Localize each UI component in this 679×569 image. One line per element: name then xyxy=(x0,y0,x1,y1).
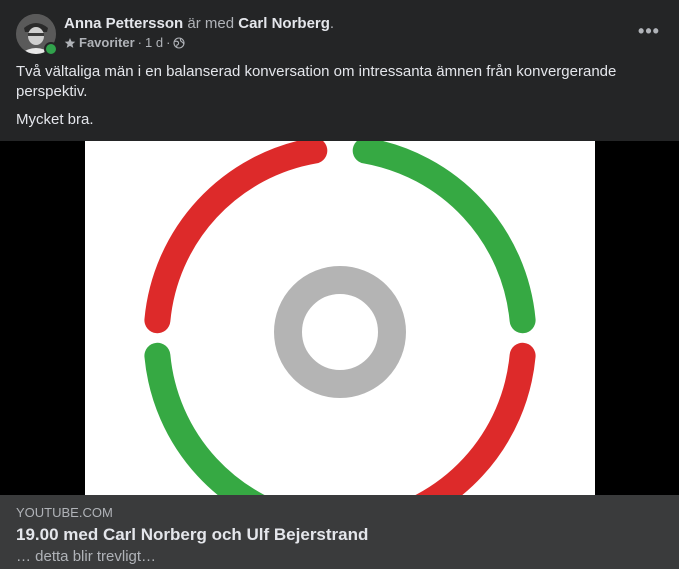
globe-icon[interactable] xyxy=(173,37,185,49)
period-text: . xyxy=(329,15,335,32)
video-thumbnail[interactable] xyxy=(85,141,595,495)
with-text: är med xyxy=(187,15,235,32)
meta-separator: · xyxy=(137,35,142,50)
link-domain: YOUTUBE.COM xyxy=(16,505,113,520)
link-preview-image[interactable] xyxy=(0,141,679,495)
tagged-person-link[interactable]: Carl Norberg xyxy=(238,15,330,32)
post-paragraph-2: Mycket bra. xyxy=(16,111,94,128)
link-description: … detta blir trevligt… xyxy=(16,548,157,565)
post-header: Anna Pettersson är med Carl Norberg. Fav… xyxy=(16,14,663,56)
feed-post: Anna Pettersson är med Carl Norberg. Fav… xyxy=(0,0,679,569)
circle-logo-image xyxy=(144,141,536,495)
audience-label[interactable]: Favoriter xyxy=(79,35,135,51)
online-status-dot xyxy=(44,42,58,56)
link-preview-card[interactable]: YOUTUBE.COM 19.00 med Carl Norberg och U… xyxy=(0,495,679,569)
post-paragraph-1: Två vältaliga män i en balanserad konver… xyxy=(16,63,617,100)
more-icon[interactable]: ••• xyxy=(635,20,663,42)
meta-separator-2: · xyxy=(166,35,171,50)
post-meta: Favoriter · 1 d · xyxy=(64,35,185,51)
post-time-link[interactable]: 1 d xyxy=(145,35,163,51)
star-icon xyxy=(64,38,76,48)
author-name-link[interactable]: Anna Pettersson xyxy=(64,15,183,32)
link-title[interactable]: 19.00 med Carl Norberg och Ulf Bejerstra… xyxy=(16,524,368,546)
post-author-line: Anna Pettersson är med Carl Norberg. xyxy=(64,15,334,33)
post-text: Två vältaliga män i en balanserad konver… xyxy=(16,62,663,138)
